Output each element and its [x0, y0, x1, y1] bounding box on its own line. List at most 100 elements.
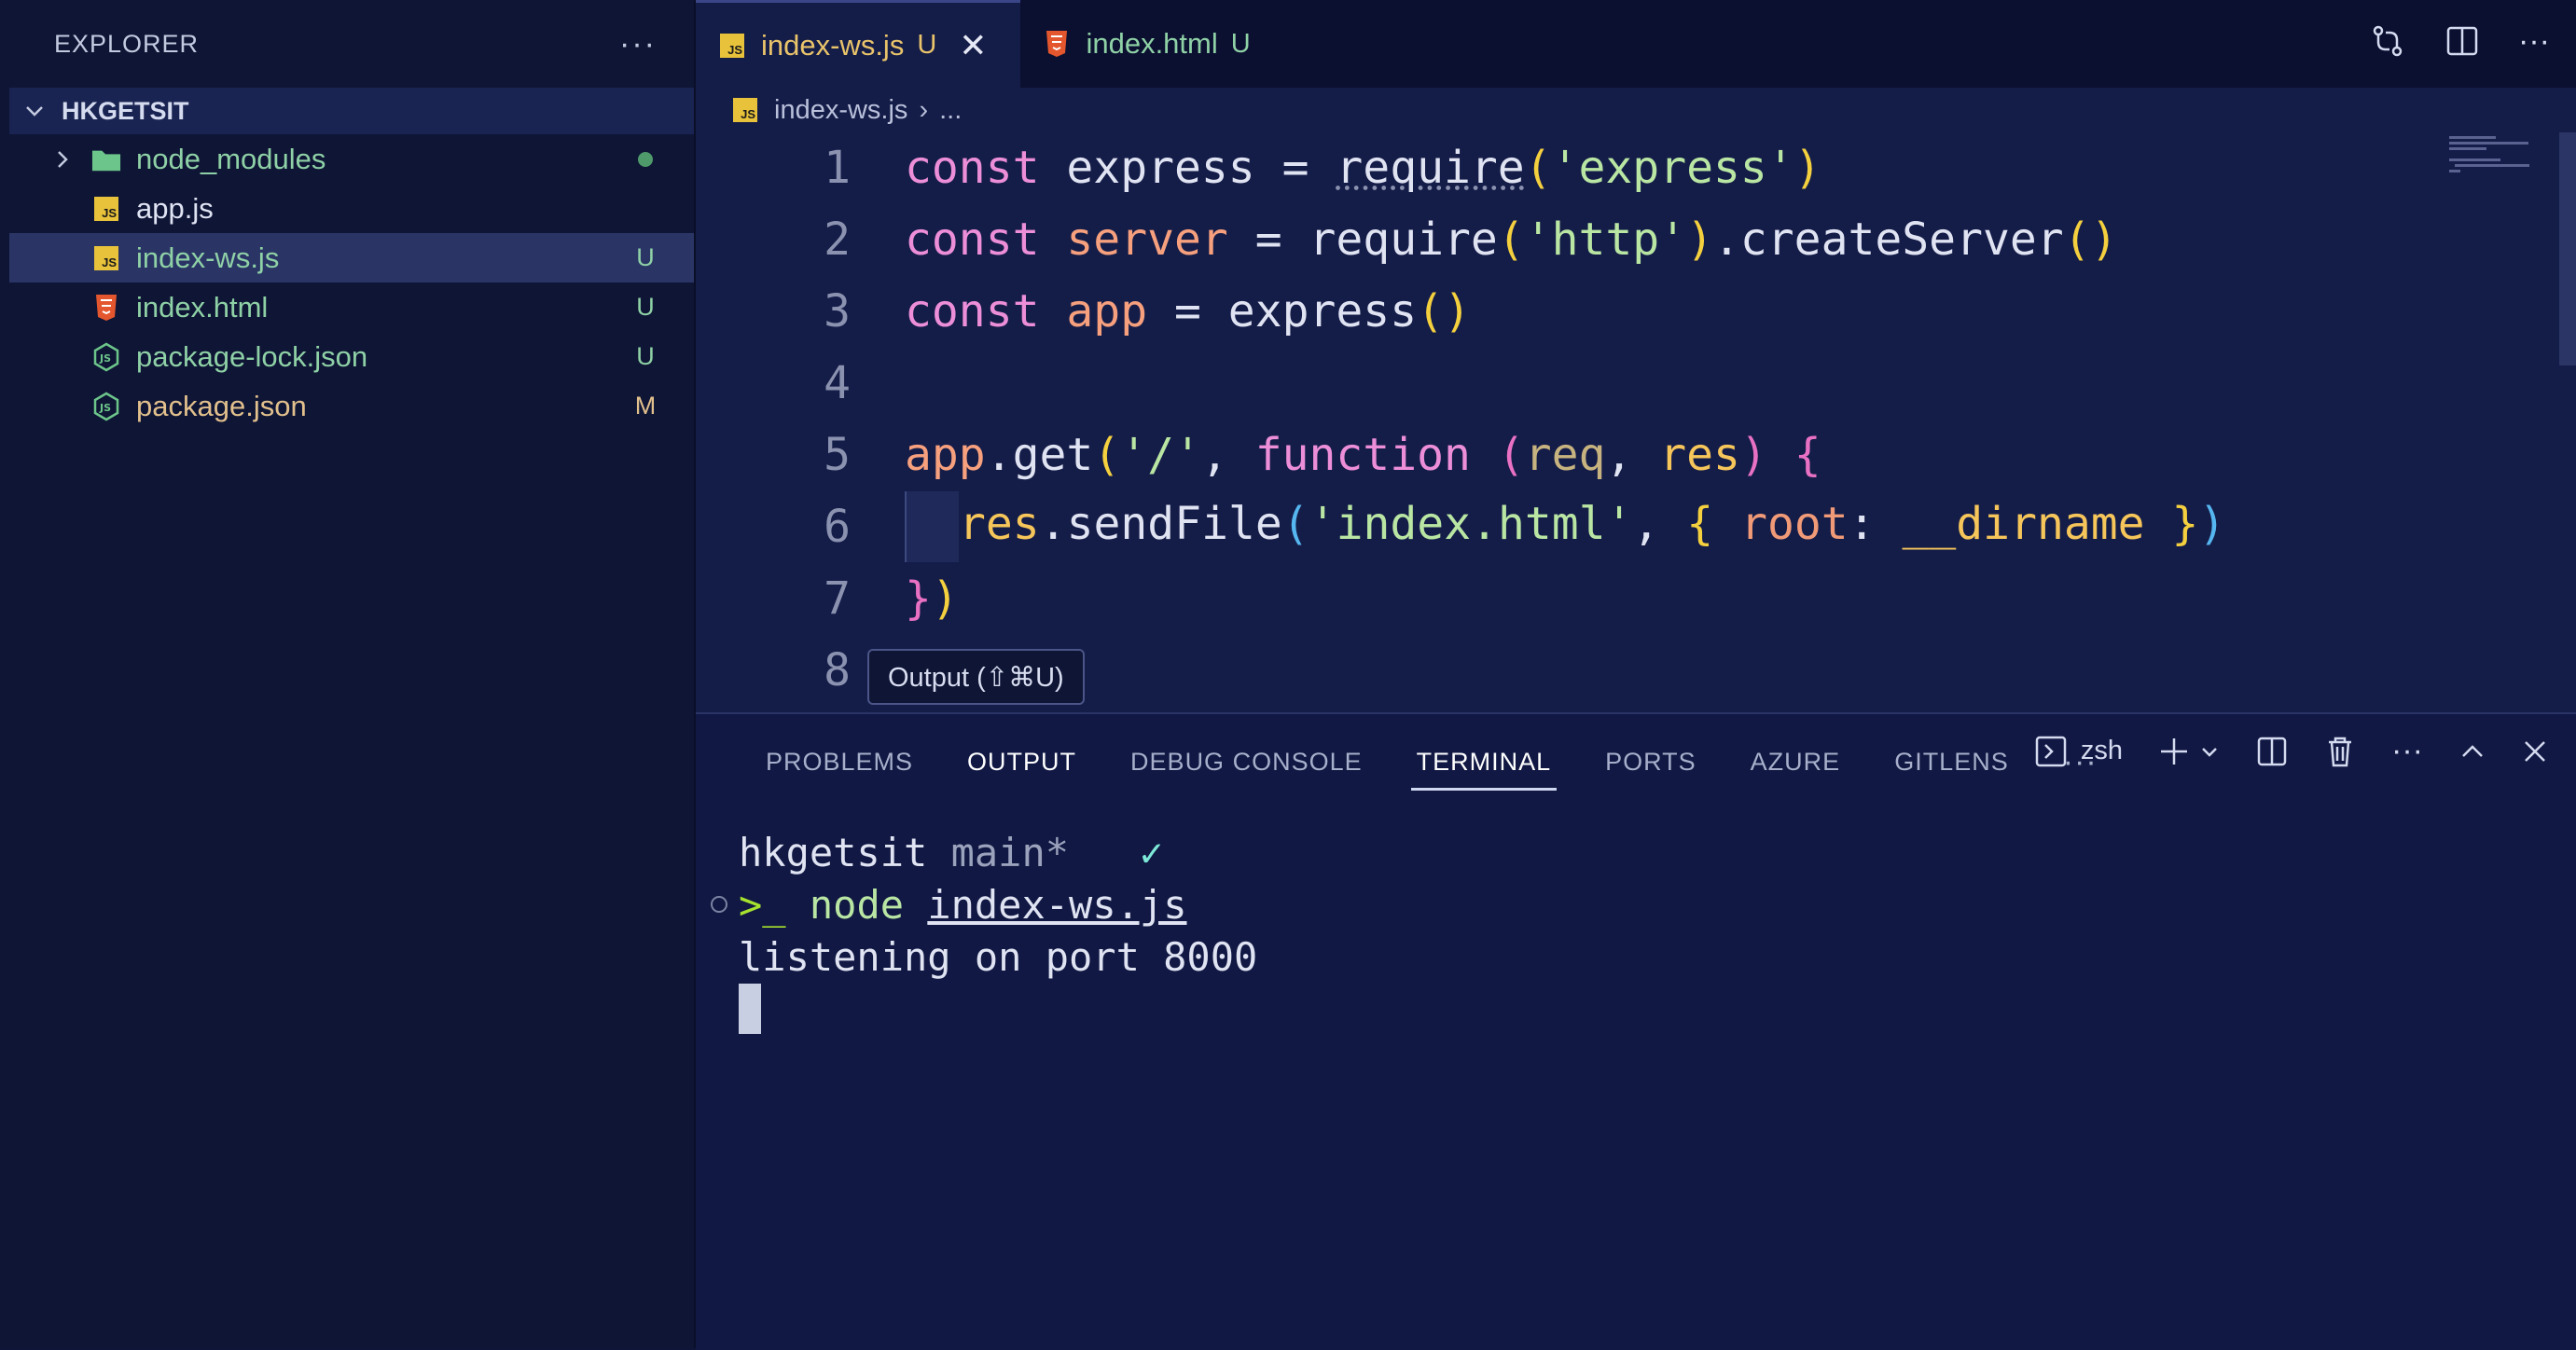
- tree-item-index-html[interactable]: index.html U: [9, 282, 694, 332]
- more-actions-icon[interactable]: ···: [2518, 23, 2550, 60]
- tab-azure[interactable]: AZURE: [1724, 731, 1868, 792]
- tab-problems[interactable]: PROBLEMS: [739, 731, 940, 792]
- tab-status: U: [1230, 28, 1251, 59]
- trash-icon[interactable]: [2324, 735, 2356, 768]
- tab-index-html[interactable]: index.html U: [1020, 0, 1283, 88]
- tree-item-label: package-lock.json: [136, 339, 368, 373]
- line-number: 1: [824, 142, 851, 194]
- status-badge: U: [636, 243, 655, 271]
- editor-actions: ···: [2369, 22, 2550, 60]
- terminal-host: hkgetsit: [739, 829, 928, 875]
- tab-gitlens[interactable]: GITLENS: [1867, 731, 2036, 792]
- tree-item-label: index-ws.js: [136, 241, 280, 274]
- code-line: 4: [696, 348, 905, 419]
- workspace-root-label: HKGETSIT: [62, 96, 189, 125]
- terminal-prompt-line: hkgetsit main* ✓: [739, 826, 1257, 878]
- tree-item-label: app.js: [136, 191, 214, 225]
- tab-terminal[interactable]: TERMINAL: [1390, 731, 1579, 792]
- chevron-right-icon: [58, 150, 68, 168]
- close-icon[interactable]: ✕: [959, 26, 987, 65]
- tab-index-ws-js[interactable]: JS index-ws.js U ✕: [696, 0, 1021, 88]
- js-file-icon: JS: [94, 196, 118, 221]
- terminal-content[interactable]: hkgetsit main* ✓ >_ node index-ws.js lis…: [711, 826, 1258, 1035]
- terminal-cursor: [739, 984, 761, 1034]
- status-badge: [617, 145, 673, 173]
- explorer-more-icon[interactable]: ···: [619, 26, 657, 62]
- breadcrumb-file[interactable]: index-ws.js: [774, 95, 907, 126]
- code-line: 5 app.get('/', function (req, res) {: [696, 420, 1821, 490]
- shell-name: zsh: [2080, 736, 2124, 765]
- code-editor[interactable]: 1 const express = require('express') 2 con…: [696, 132, 2576, 712]
- tab-label: index-ws.js: [761, 28, 905, 62]
- status-badge: U: [636, 342, 655, 370]
- modified-dot-icon: [638, 152, 653, 167]
- split-terminal-icon[interactable]: [2255, 735, 2289, 768]
- js-file-icon: JS: [720, 33, 744, 58]
- workspace-root[interactable]: HKGETSIT: [9, 88, 694, 134]
- panel-tabs: PROBLEMS OUTPUT DEBUG CONSOLE TERMINAL P…: [739, 731, 2125, 792]
- terminal-prompt-symbol: >_: [739, 881, 786, 928]
- maximize-panel-icon[interactable]: [2458, 737, 2486, 765]
- tree-item-label: index.html: [136, 290, 269, 324]
- status-badge: M: [634, 392, 657, 420]
- line-number: 7: [824, 572, 851, 625]
- panel-actions: zsh ···: [2034, 733, 2548, 769]
- explorer-title: EXPLORER: [54, 29, 200, 58]
- terminal-icon: [2035, 736, 2067, 766]
- file-tree: node_modules JS app.js JS index-ws.js U …: [9, 134, 694, 431]
- bottom-panel: PROBLEMS OUTPUT DEBUG CONSOLE TERMINAL P…: [696, 712, 2576, 1350]
- explorer-header: EXPLORER ···: [0, 0, 694, 88]
- node-json-icon: JS: [93, 392, 119, 420]
- tree-item-node-modules[interactable]: node_modules: [9, 134, 694, 184]
- tree-item-package-json[interactable]: JS package.json M: [9, 381, 694, 431]
- code-line: 1 const express = require('express'): [696, 132, 1821, 203]
- tab-status: U: [917, 30, 937, 60]
- panel-more-actions-icon[interactable]: ···: [2391, 733, 2423, 769]
- plus-icon: [2161, 737, 2188, 765]
- compare-changes-icon[interactable]: [2369, 22, 2406, 60]
- line-number: 5: [824, 429, 851, 481]
- html-file-icon: [96, 294, 117, 321]
- tree-item-index-ws-js[interactable]: JS index-ws.js U: [9, 233, 694, 282]
- tree-item-label: package.json: [136, 389, 307, 422]
- chevron-right-icon: ›: [919, 94, 929, 125]
- tab-label: index.html: [1086, 27, 1218, 60]
- vertical-scrollbar[interactable]: [2559, 132, 2576, 365]
- chevron-down-icon[interactable]: [2199, 741, 2220, 762]
- close-panel-icon[interactable]: [2522, 738, 2548, 765]
- node-json-icon: JS: [93, 342, 119, 371]
- code-line: 7}): [696, 563, 959, 634]
- tab-output[interactable]: OUTPUT: [940, 731, 1103, 792]
- breadcrumb-rest[interactable]: ...: [939, 95, 962, 126]
- terminal-branch: main*: [950, 829, 1070, 875]
- js-file-icon: JS: [94, 245, 118, 270]
- new-terminal-button[interactable]: [2158, 736, 2220, 767]
- tree-item-app-js[interactable]: JS app.js: [9, 184, 694, 233]
- minimap[interactable]: [2445, 132, 2539, 188]
- tree-item-label: node_modules: [136, 142, 326, 175]
- line-number: 2: [824, 214, 851, 266]
- html-file-icon: [1046, 31, 1068, 57]
- terminal-command: node: [809, 881, 905, 928]
- tab-debug-console[interactable]: DEBUG CONSOLE: [1103, 731, 1390, 792]
- editor-tabs: JS index-ws.js U ✕ index.html U ···: [696, 0, 2576, 88]
- tab-ports[interactable]: PORTS: [1578, 731, 1724, 792]
- code-line: 2 const server = require('http').createSe…: [696, 204, 2117, 275]
- line-number: 6: [824, 501, 851, 553]
- breadcrumb: JS index-ws.js › ...: [696, 88, 2576, 132]
- status-badge: U: [636, 293, 655, 321]
- line-number: 4: [824, 357, 851, 409]
- output-tooltip: Output (⇧⌘U): [867, 649, 1085, 705]
- svg-text:JS: JS: [99, 352, 111, 365]
- check-icon: ✓: [1139, 829, 1164, 875]
- code-line: 3 const app = express(): [696, 276, 1471, 347]
- terminal-command-arg: index-ws.js: [927, 881, 1187, 928]
- split-editor-icon[interactable]: [2444, 22, 2481, 60]
- chevron-down-icon: [26, 106, 43, 117]
- line-number: 3: [824, 285, 851, 338]
- tree-item-package-lock-json[interactable]: JS package-lock.json U: [9, 332, 694, 381]
- terminal-output: listening on port 8000: [739, 933, 1258, 980]
- folder-icon: [91, 150, 121, 171]
- explorer-sidebar: EXPLORER ··· HKGETSIT node_modules JS ap…: [0, 0, 696, 1348]
- terminal-shell-selector[interactable]: zsh: [2034, 735, 2123, 768]
